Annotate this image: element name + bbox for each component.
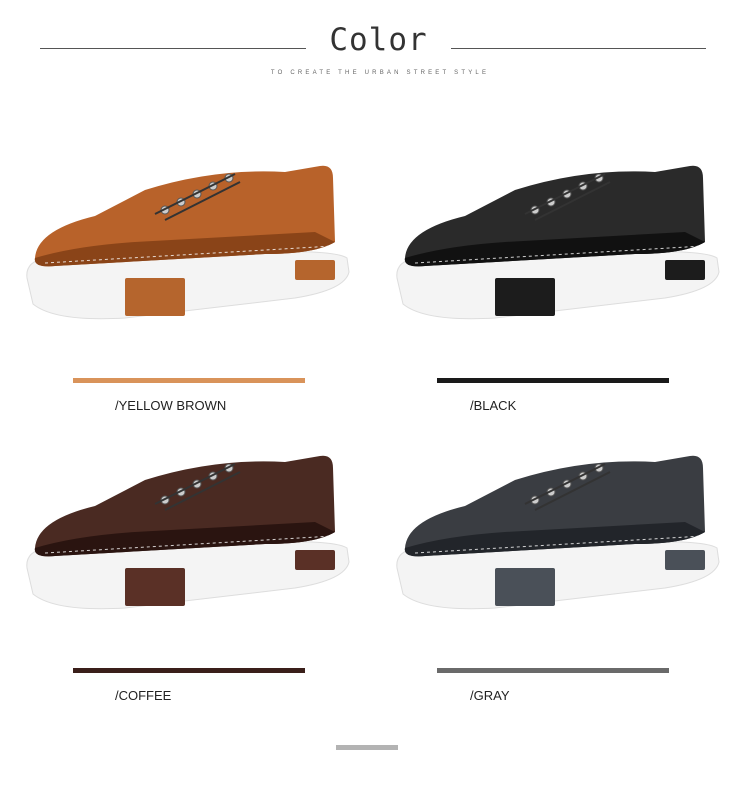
header-rule-left (40, 48, 306, 49)
color-swatch (437, 378, 669, 383)
color-swatch (73, 378, 305, 383)
color-swatch (73, 668, 305, 673)
section-subtitle: TO CREATE THE URBAN STREET STYLE (270, 70, 490, 76)
shoe-image-yellow-brown (26, 165, 350, 320)
color-label: /GRAY (470, 688, 510, 703)
color-option-gray[interactable]: /GRAY (385, 440, 725, 740)
color-label: /BLACK (470, 398, 517, 413)
shoe-image-gray (396, 455, 720, 610)
color-option-coffee[interactable]: /COFFEE (15, 440, 355, 740)
section-title: Color (329, 22, 428, 58)
header-rule-right (451, 48, 706, 49)
color-option-black[interactable]: /BLACK (385, 150, 725, 450)
color-swatch (437, 668, 669, 673)
color-option-yellow-brown[interactable]: /YELLOW BROWN (15, 150, 355, 450)
shoe-image-black (396, 165, 720, 320)
color-label: /YELLOW BROWN (115, 398, 227, 413)
section-header: Color TO CREATE THE URBAN STREET STYLE (0, 0, 750, 100)
shoe-image-coffee (26, 455, 350, 610)
color-label: /COFFEE (115, 688, 172, 703)
page-indicator (336, 745, 398, 750)
